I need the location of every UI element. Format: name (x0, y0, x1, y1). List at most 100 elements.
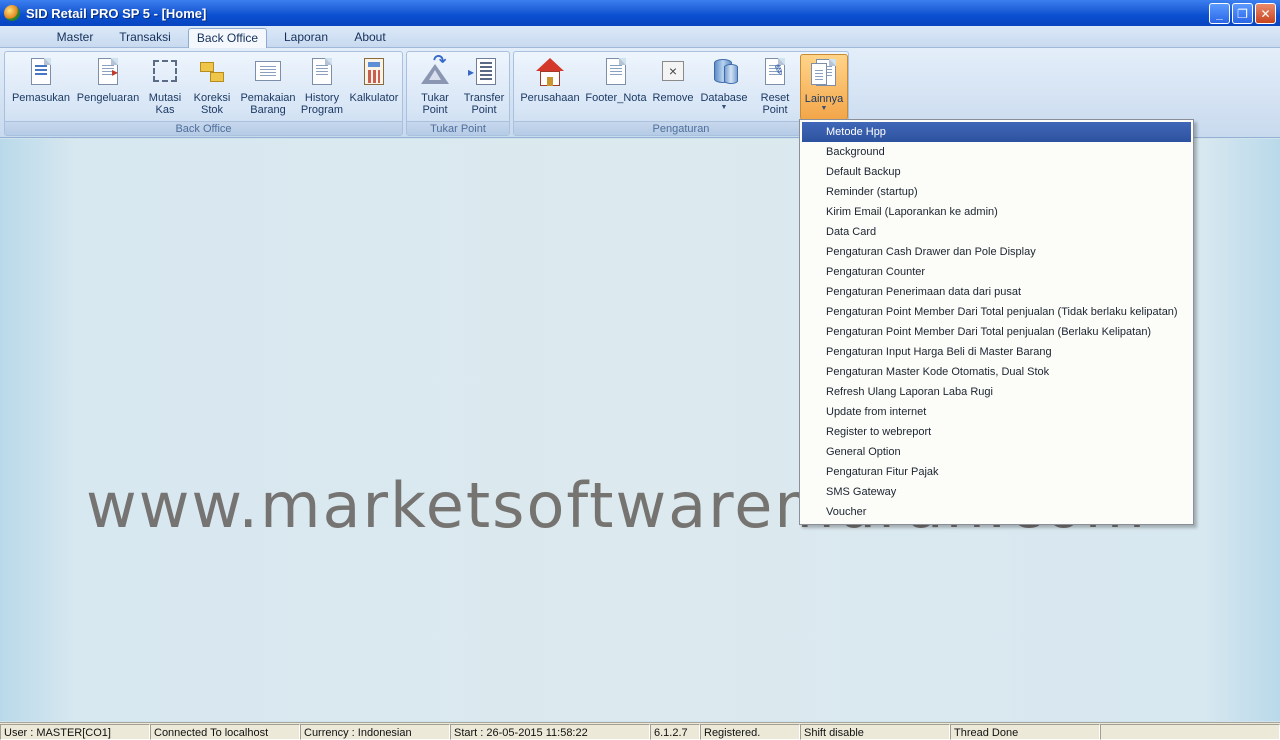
blank-document-icon (306, 56, 338, 88)
button-label: Pemakaian (240, 92, 296, 104)
tab-about[interactable]: About (344, 28, 396, 48)
window-title: SID Retail PRO SP 5 - [Home] (26, 5, 207, 21)
ribbon-tabs: Master Transaksi Back Office Laporan Abo… (0, 26, 1280, 48)
calculator-icon (358, 56, 390, 88)
chevron-down-icon: ▼ (820, 105, 828, 112)
history-program-button[interactable]: History Program (299, 56, 345, 116)
exchange-point-icon: ↷ (419, 54, 451, 88)
document-out-icon: ▸ (92, 56, 124, 88)
menu-item-metode-hpp[interactable]: Metode Hpp (802, 122, 1191, 142)
lainnya-dropdown-menu: Metode Hpp Background Default Backup Rem… (799, 119, 1194, 525)
button-label: Reset (760, 92, 790, 104)
button-label: Koreksi (193, 92, 231, 104)
menu-item-kode-otomatis[interactable]: Pengaturan Master Kode Otomatis, Dual St… (802, 362, 1191, 382)
status-connection: Connected To localhost (150, 724, 300, 740)
title-bar: SID Retail PRO SP 5 - [Home] _ ❐ ✕ (0, 0, 1280, 26)
button-label-2: Barang (250, 104, 286, 116)
menu-item-kirim-email[interactable]: Kirim Email (Laporankan ke admin) (802, 202, 1191, 222)
menu-item-voucher[interactable]: Voucher (802, 502, 1191, 522)
button-label: Pemasukan (11, 92, 71, 104)
menu-item-sms-gateway[interactable]: SMS Gateway (802, 482, 1191, 502)
more-documents-icon (808, 57, 840, 89)
remove-icon: × (657, 56, 689, 88)
menu-item-general-option[interactable]: General Option (802, 442, 1191, 462)
button-label: Tukar (421, 92, 449, 104)
lainnya-button[interactable]: Lainnya ▼ (800, 54, 848, 120)
group-label-tukar-point: Tukar Point (407, 121, 509, 135)
button-label: Database (700, 92, 748, 104)
button-label: Perusahaan (520, 92, 580, 104)
menu-item-point-tidak-kelipatan[interactable]: Pengaturan Point Member Dari Total penju… (802, 302, 1191, 322)
menu-item-update-internet[interactable]: Update from internet (802, 402, 1191, 422)
usage-card-icon (252, 56, 284, 88)
status-shift: Shift disable (800, 724, 950, 740)
transfer-box-icon (149, 56, 181, 88)
menu-item-background[interactable]: Background (802, 142, 1191, 162)
menu-item-data-card[interactable]: Data Card (802, 222, 1191, 242)
document-in-icon (25, 56, 57, 88)
menu-item-cash-drawer[interactable]: Pengaturan Cash Drawer dan Pole Display (802, 242, 1191, 262)
stock-folders-icon (196, 56, 228, 88)
status-empty (1100, 724, 1280, 740)
button-label: Pengeluaran (76, 92, 140, 104)
mutasi-kas-button[interactable]: Mutasi Kas (145, 56, 185, 116)
remove-button[interactable]: × Remove (650, 56, 696, 104)
house-icon (534, 56, 566, 88)
menu-item-fitur-pajak[interactable]: Pengaturan Fitur Pajak (802, 462, 1191, 482)
status-user: User : MASTER[CO1] (0, 724, 150, 740)
status-thread: Thread Done (950, 724, 1100, 740)
menu-item-point-kelipatan[interactable]: Pengaturan Point Member Dari Total penju… (802, 322, 1191, 342)
close-icon[interactable]: ✕ (1255, 3, 1276, 24)
menu-item-input-harga-beli[interactable]: Pengaturan Input Harga Beli di Master Ba… (802, 342, 1191, 362)
restore-icon[interactable]: ❐ (1232, 3, 1253, 24)
button-label: History (304, 92, 340, 104)
status-bar: User : MASTER[CO1] Connected To localhos… (0, 722, 1280, 740)
tab-laporan[interactable]: Laporan (276, 28, 336, 48)
button-label: Kalkulator (349, 92, 399, 104)
pemasukan-button[interactable]: Pemasukan (9, 56, 73, 104)
menu-item-penerimaan-data[interactable]: Pengaturan Penerimaan data dari pusat (802, 282, 1191, 302)
button-label-2: Stok (200, 104, 223, 116)
tab-master[interactable]: Master (44, 28, 106, 48)
app-icon[interactable] (4, 5, 20, 21)
window-controls: _ ❐ ✕ (1209, 3, 1276, 24)
pengeluaran-button[interactable]: ▸ Pengeluaran (75, 56, 141, 104)
transfer-point-button[interactable]: ▸ Transfer Point (459, 56, 509, 116)
button-label: Transfer (463, 92, 505, 104)
database-button[interactable]: Database ▼ (698, 56, 750, 112)
koreksi-stok-button[interactable]: Koreksi Stok (191, 56, 233, 116)
database-icon (708, 56, 740, 88)
perusahaan-button[interactable]: Perusahaan (518, 56, 582, 104)
tab-transaksi[interactable]: Transaksi (112, 28, 178, 48)
chevron-down-icon: ▼ (720, 104, 728, 111)
button-label: Mutasi (148, 92, 182, 104)
status-start-time: Start : 26-05-2015 11:58:22 (450, 724, 650, 740)
menu-item-reminder[interactable]: Reminder (startup) (802, 182, 1191, 202)
status-version: 6.1.2.7 (650, 724, 700, 740)
button-label: Lainnya (804, 93, 844, 105)
menu-item-register-webreport[interactable]: Register to webreport (802, 422, 1191, 442)
status-currency: Currency : Indonesian (300, 724, 450, 740)
tukar-point-button[interactable]: ↷ Tukar Point (413, 54, 457, 116)
group-label-back-office: Back Office (5, 121, 402, 135)
group-label-pengaturan: Pengaturan (514, 121, 848, 135)
button-label-2: Point (762, 104, 788, 116)
kalkulator-button[interactable]: Kalkulator (347, 56, 401, 104)
menu-item-counter[interactable]: Pengaturan Counter (802, 262, 1191, 282)
note-document-icon (600, 56, 632, 88)
menu-item-refresh-laba-rugi[interactable]: Refresh Ulang Laporan Laba Rugi (802, 382, 1191, 402)
group-tukar-point: ↷ Tukar Point ▸ Transfer Point Tukar Poi… (406, 51, 510, 136)
menu-item-default-backup[interactable]: Default Backup (802, 162, 1191, 182)
reset-document-icon: ✎ (759, 56, 791, 88)
footer-nota-button[interactable]: Footer_Nota (584, 56, 648, 104)
button-label-2: Program (300, 104, 344, 116)
button-label-2: Kas (155, 104, 175, 116)
pemakaian-barang-button[interactable]: Pemakaian Barang (239, 56, 297, 116)
transfer-list-icon: ▸ (468, 56, 500, 88)
minimize-icon[interactable]: _ (1209, 3, 1230, 24)
button-label-2: Point (422, 104, 448, 116)
button-label: Footer_Nota (585, 92, 647, 104)
reset-point-button[interactable]: ✎ Reset Point (752, 56, 798, 116)
tab-back-office[interactable]: Back Office (188, 28, 267, 48)
group-back-office: Pemasukan ▸ Pengeluaran Mutasi Kas Korek… (4, 51, 403, 136)
